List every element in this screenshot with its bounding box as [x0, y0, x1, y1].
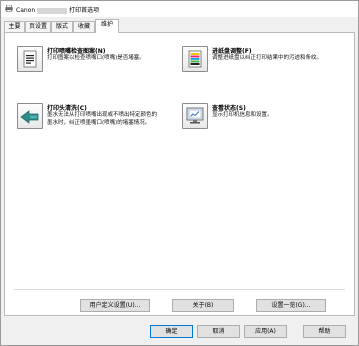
view-status-desc: 显示打印机信息和设置。 [212, 112, 273, 118]
nozzle-check-desc: 打印图案以检查喷嘴口(喷嘴)是否堵塞。 [47, 55, 145, 61]
paper-adjust-desc: 调整进纸盘以纠正打印结果中的污迹和条纹。 [212, 55, 323, 61]
paper-adjust-button[interactable] [182, 46, 208, 72]
tab-layout[interactable]: 版式 [51, 21, 73, 32]
printhead-cleaning-desc-line2: 墨水时，纠正喷墨嘴口(喷嘴)的堵塞情况。 [47, 120, 151, 126]
nozzle-check-icon [23, 50, 37, 68]
title-suffix: 打印首选项 [69, 7, 100, 14]
nozzle-check-item[interactable]: 打印喷嘴检查图案(N) 打印图案以检查喷嘴口(喷嘴)是否堵塞。 [17, 46, 167, 74]
redacted-printer-name [37, 7, 68, 14]
title-prefix: Canon [16, 7, 36, 14]
maintenance-panel: 打印喷嘴检查图案(N) 打印图案以检查喷嘴口(喷嘴)是否堵塞。 进纸盘调整(F)… [4, 32, 355, 316]
ok-button[interactable]: 确定 [150, 325, 193, 338]
tab-page-setup[interactable]: 页设置 [25, 21, 51, 32]
view-status-item[interactable]: 查看状态(S) 显示打印机信息和设置。 [182, 103, 347, 131]
about-button[interactable]: 关于(B) [172, 299, 234, 312]
printhead-cleaning-desc: 墨水无法从打印喷嘴出现或不喷出特定颜色的 墨水时，纠正喷墨嘴口(喷嘴)的堵塞情况… [47, 111, 157, 127]
tab-maintenance[interactable]: 维护 [95, 19, 119, 33]
view-status-button[interactable] [182, 103, 208, 129]
tab-favorites[interactable]: 收藏 [73, 21, 95, 32]
color-stripes-icon [188, 50, 202, 68]
cleaning-arrow-icon [20, 110, 39, 124]
printhead-cleaning-button[interactable] [17, 103, 43, 129]
custom-settings-button[interactable]: 用户定义设置(U)... [80, 299, 150, 312]
title-bar: Canon 打印首选项 [1, 1, 358, 17]
printing-preferences-window: Canon 打印首选项 主要 页设置 版式 收藏 维护 打印喷嘴检查图案(N) 打… [0, 0, 359, 346]
apply-button[interactable]: 应用(A) [244, 325, 287, 338]
status-monitor-icon [186, 107, 204, 124]
window-title: Canon 打印首选项 [16, 5, 99, 14]
settings-list-button[interactable]: 设置一览(G)... [256, 299, 326, 312]
printhead-cleaning-desc-line1: 墨水无法从打印喷嘴出现或不喷出特定颜色的 [47, 112, 158, 118]
printhead-cleaning-item[interactable]: 打印头清洗(C) 墨水无法从打印喷嘴出现或不喷出特定颜色的 墨水时，纠正喷墨嘴口… [17, 103, 177, 133]
tab-main[interactable]: 主要 [4, 21, 25, 32]
nozzle-check-button[interactable] [17, 46, 43, 72]
paper-adjust-item[interactable]: 进纸盘调整(F) 调整进纸盘以纠正打印结果中的污迹和条纹。 [182, 46, 347, 74]
panel-divider [14, 289, 345, 290]
cancel-button[interactable]: 取消 [197, 325, 240, 338]
printer-icon [5, 5, 13, 12]
help-button[interactable]: 帮助 [303, 325, 346, 338]
